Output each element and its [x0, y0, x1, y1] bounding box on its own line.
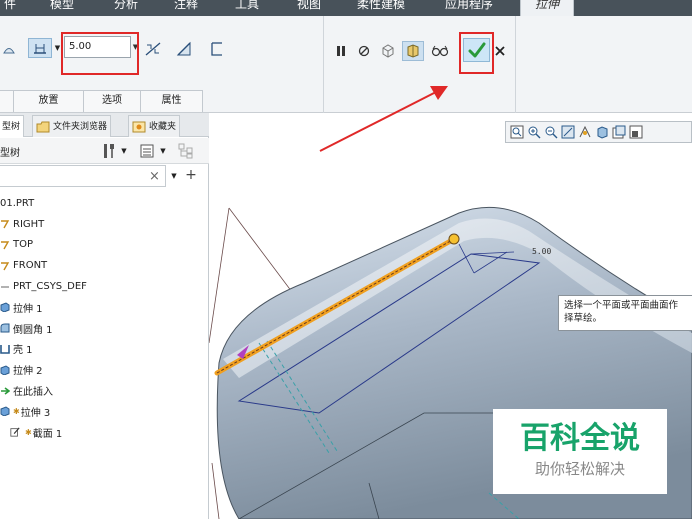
- datum-plane-icon: [0, 240, 10, 250]
- subtab-properties[interactable]: 属性: [140, 90, 203, 112]
- refit-icon[interactable]: [510, 125, 524, 139]
- datum-plane-icon: [0, 219, 10, 229]
- extrude-feature-icon: [0, 406, 10, 417]
- insert-arrow-icon: [0, 386, 10, 396]
- preview-geometry-icon[interactable]: [379, 42, 397, 60]
- in-progress-star-icon: ✱: [13, 406, 20, 416]
- flip-direction-icon[interactable]: [143, 40, 163, 58]
- tree-item-right[interactable]: RIGHT: [0, 214, 208, 235]
- depth-blind-icon[interactable]: [28, 38, 52, 58]
- add-filter-icon[interactable]: +: [184, 167, 198, 183]
- tree-item-top[interactable]: TOP: [0, 235, 208, 256]
- subtab-placement[interactable]: 放置: [13, 90, 84, 112]
- coordinate-system-icon: [0, 282, 10, 292]
- zoom-out-icon[interactable]: [544, 125, 558, 139]
- dashboard-subtabs: 放置 选项 属性: [0, 90, 203, 112]
- tab-extrude[interactable]: 拉伸: [520, 0, 575, 16]
- tree-tools-icon[interactable]: [101, 142, 117, 160]
- thicken-sketch-icon[interactable]: [206, 40, 226, 58]
- extrude-feature-icon: [0, 365, 10, 375]
- tab-folder-browser[interactable]: 文件夹浏览器: [32, 115, 112, 137]
- search-dropdown-icon[interactable]: ▼: [169, 170, 179, 182]
- model-tree-toolbar: 型树 ▼ ▼: [0, 138, 209, 164]
- verify-glasses-icon[interactable]: [430, 43, 450, 59]
- cancel-x-icon[interactable]: [493, 44, 507, 58]
- tab-analysis[interactable]: 分析: [114, 0, 138, 16]
- depth-highlight-box: [61, 32, 139, 75]
- navigator-tabs: 型树 文件夹浏览器 收藏夹: [0, 113, 209, 137]
- tab-applications[interactable]: 应用程序: [445, 0, 493, 16]
- tree-item-insert-here[interactable]: 在此插入: [0, 380, 208, 401]
- ok-highlight-box: [459, 32, 494, 74]
- tab-model-tree[interactable]: 型树: [0, 115, 25, 137]
- tree-search-input[interactable]: ×: [0, 165, 166, 187]
- tab-file[interactable]: 件: [4, 0, 16, 16]
- surface-icon[interactable]: [2, 42, 16, 56]
- tree-item-extrude-3[interactable]: ✱ 拉伸 3: [0, 401, 208, 422]
- favorites-icon: [132, 121, 146, 132]
- ribbon-tab-bar: 件 模型 分析 注释 工具 视图 柔性建模 应用程序 拉伸: [0, 0, 692, 16]
- tab-view[interactable]: 视图: [297, 0, 321, 16]
- model-tree-header: 型树: [0, 148, 20, 159]
- tree-item-extrude-1[interactable]: 拉伸 1: [0, 297, 208, 318]
- remove-material-icon[interactable]: [174, 40, 194, 58]
- model-tree-list: 01.PRT RIGHT TOP FRONT PRT_CSYS_DEF 拉伸 1…: [0, 193, 208, 443]
- watermark-logo: 百科全说 助你轻松解决: [493, 409, 667, 494]
- tab-favorites[interactable]: 收藏夹: [128, 115, 181, 137]
- feature-preview-icon[interactable]: [402, 41, 424, 61]
- tree-tools-dropdown-icon[interactable]: ▼: [119, 144, 129, 158]
- depth-dimension-label[interactable]: 5.00: [532, 247, 551, 256]
- round-feature-icon: [0, 323, 10, 333]
- zoom-in-icon[interactable]: [527, 125, 541, 139]
- tree-settings-dropdown-icon[interactable]: ▼: [158, 144, 168, 158]
- subtab-options[interactable]: 选项: [83, 90, 141, 112]
- tree-item-part[interactable]: 01.PRT: [0, 193, 208, 214]
- tree-settings-icon[interactable]: [139, 143, 155, 159]
- view-toolbar: [505, 121, 692, 143]
- tree-item-section-1[interactable]: ✱ 截面 1: [0, 422, 208, 443]
- in-progress-star-icon: ✱: [25, 427, 32, 437]
- view-manager-icon[interactable]: [629, 125, 643, 139]
- tab-flexible-modeling[interactable]: 柔性建模: [357, 0, 405, 16]
- spin-center-icon[interactable]: [578, 125, 592, 139]
- tab-tools[interactable]: 工具: [235, 0, 259, 16]
- repaint-icon[interactable]: [561, 125, 575, 139]
- navigator-panel: 型树 文件夹浏览器 收藏夹 型树 ▼ ▼ × ▼ + 01.PRT RIGHT …: [0, 113, 209, 519]
- datum-plane-icon: [0, 261, 10, 271]
- no-preview-icon[interactable]: [357, 44, 371, 58]
- tab-annotate[interactable]: 注释: [174, 0, 198, 16]
- tab-model[interactable]: 模型: [50, 0, 74, 16]
- tree-item-front[interactable]: FRONT: [0, 255, 208, 276]
- saved-views-icon[interactable]: [612, 125, 626, 139]
- pause-icon[interactable]: [334, 44, 348, 58]
- sketch-icon: [10, 427, 20, 437]
- display-style-icon[interactable]: [595, 125, 609, 139]
- extrude-feature-icon: [0, 302, 10, 313]
- tree-item-csys[interactable]: PRT_CSYS_DEF: [0, 276, 208, 297]
- tree-filter-icon[interactable]: [177, 142, 195, 160]
- tree-item-extrude-2[interactable]: 拉伸 2: [0, 359, 208, 380]
- selection-hint-tooltip: 选择一个平面或平面曲面作 择草绘。: [558, 295, 692, 331]
- folder-icon: [36, 121, 50, 132]
- shell-feature-icon: [0, 344, 10, 354]
- tree-item-shell-1[interactable]: 壳 1: [0, 339, 208, 360]
- tree-item-round-1[interactable]: 倒圆角 1: [0, 318, 208, 339]
- clear-search-icon[interactable]: ×: [149, 169, 160, 184]
